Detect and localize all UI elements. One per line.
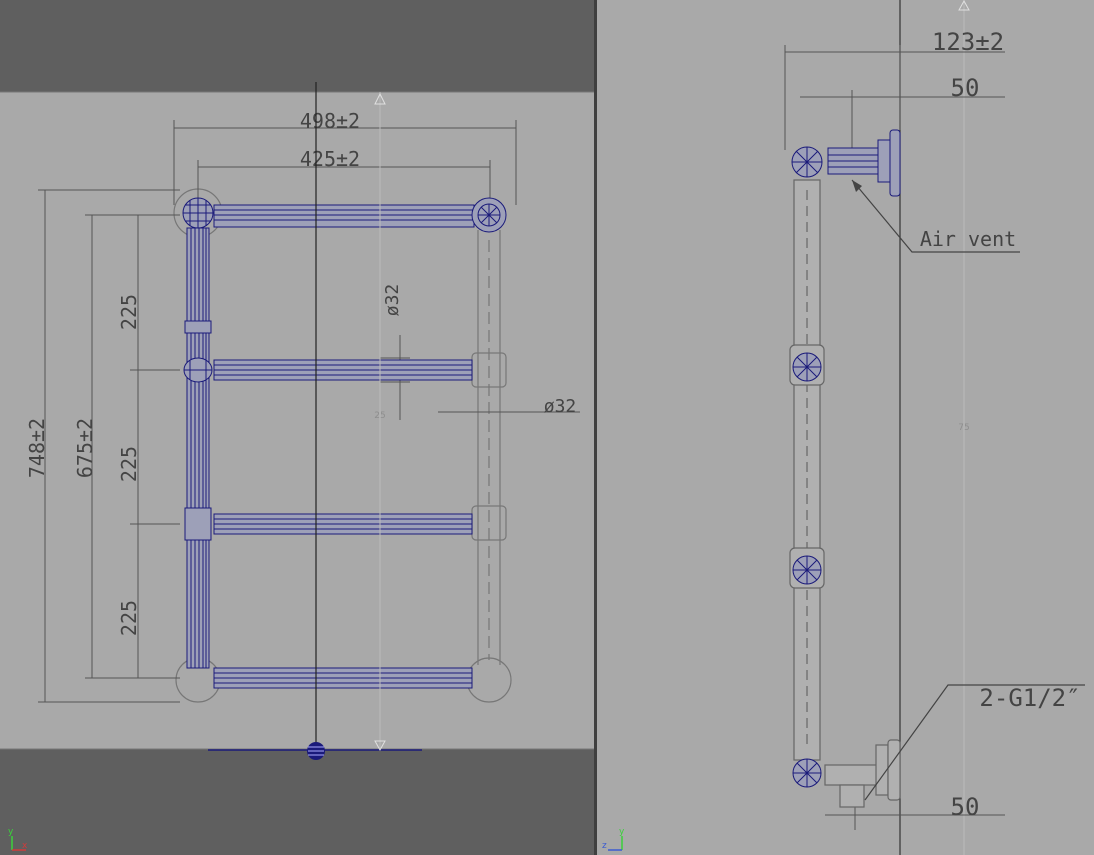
dim-inner-width: 425±2: [300, 147, 360, 171]
dim-spacing-top: 225: [117, 294, 141, 330]
dim-offset-top: 50: [951, 74, 980, 102]
connection-label: 2-G1/2″: [979, 684, 1080, 712]
dim-tube-diameter: ø32: [544, 396, 577, 417]
axis-indicator-front: y x: [8, 827, 28, 851]
axis-x-label: x: [22, 841, 28, 851]
dim-offset-bottom: 50: [951, 793, 980, 821]
viewport-front[interactable]: 498±2 425±2 748±2 675±2 225 225 225 ø32 …: [0, 0, 594, 855]
dim-overall-height: 748±2: [25, 418, 49, 478]
dim-spacing-mid: 225: [117, 446, 141, 482]
mesh-left-tube[interactable]: [184, 227, 212, 669]
dim-spacing-bottom: 225: [117, 600, 141, 636]
side-tube[interactable]: [789, 179, 825, 761]
front-view-canvas: 498±2 425±2 748±2 675±2 225 225 225 ø32 …: [0, 82, 594, 851]
side-valve-bottom[interactable]: [824, 739, 901, 808]
axis-y-label: y: [8, 827, 14, 837]
air-vent-label: Air vent: [920, 227, 1016, 251]
side-wall-bracket-top[interactable]: [827, 129, 901, 197]
side-center-mark: 75: [958, 423, 969, 433]
side-axis-y-label: y: [619, 827, 625, 837]
dim-rail-diameter: ø32: [382, 284, 403, 317]
dim-overall-width: 498±2: [300, 109, 360, 133]
side-view-canvas: 75 123±2 50 50 Air vent 2-G1/2″ y z: [602, 0, 1085, 855]
dim-inner-height: 675±2: [73, 418, 97, 478]
dim-depth: 123±2: [932, 28, 1004, 56]
axis-indicator-side: y z: [602, 827, 625, 851]
viewport-side[interactable]: 75 123±2 50 50 Air vent 2-G1/2″ y z: [597, 0, 1094, 855]
side-axis-z-label: z: [602, 841, 607, 851]
